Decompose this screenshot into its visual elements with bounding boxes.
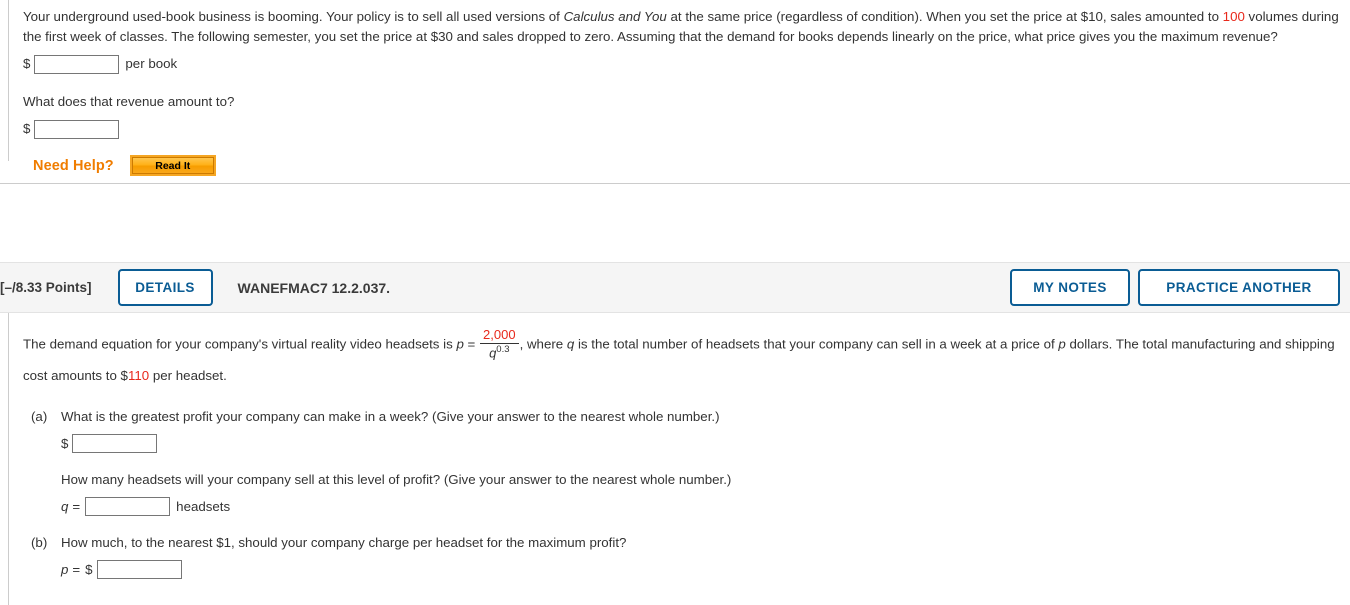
stem-text-part-1: Your underground used-book business is b… <box>23 9 564 24</box>
question-block-1: Your underground used-book business is b… <box>0 0 1350 184</box>
cost-highlight-value: 110 <box>127 367 150 383</box>
headsets-unit-label: headsets <box>176 498 231 514</box>
need-help-label: Need Help? <box>33 157 114 174</box>
part-b-content: How much, to the nearest $1, should your… <box>61 533 1342 580</box>
part-a-question-1: What is the greatest profit your company… <box>61 408 720 424</box>
stem-text-part-2: , where <box>519 336 567 352</box>
part-b-answer-row: p = $ <box>61 560 1342 580</box>
variable-p: p <box>456 336 464 352</box>
stem-highlight-value: 100 <box>1222 9 1245 24</box>
question-part-a: (a) What is the greatest profit your com… <box>23 407 1342 517</box>
price-unit-label: per book <box>125 56 178 71</box>
part-a-content: What is the greatest profit your company… <box>61 407 1342 517</box>
equals-sign: = <box>72 498 81 514</box>
revenue-input[interactable] <box>34 119 120 139</box>
answer-row-revenue: $ <box>23 119 1342 139</box>
stem-text-part-5: per headset. <box>149 367 227 383</box>
book-title: Calculus and You <box>563 9 667 24</box>
price-per-headset-input[interactable] <box>96 560 182 580</box>
need-help-section: Need Help? Read It <box>23 157 1342 174</box>
equals-sign: = <box>463 336 480 352</box>
denominator-exponent: 0.3 <box>496 343 510 355</box>
part-b-label: (b) <box>31 534 48 550</box>
part-a-answer-row-2: q = headsets <box>61 497 1342 517</box>
question-1-stem: Your underground used-book business is b… <box>23 7 1342 47</box>
details-button[interactable]: DETAILS <box>117 269 213 306</box>
part-a-spacer <box>61 454 1342 470</box>
currency-symbol: $ <box>85 561 93 577</box>
practice-another-button[interactable]: PRACTICE ANOTHER <box>1138 269 1340 306</box>
stem-text-part-3: is the total number of headsets that you… <box>574 336 1059 352</box>
variable-p-2: p <box>1058 336 1066 352</box>
equals-sign: = <box>72 561 81 577</box>
currency-symbol: $ <box>23 121 31 136</box>
question-2-stem: The demand equation for your company's v… <box>23 328 1342 391</box>
question-1-subquestion: What does that revenue amount to? <box>23 94 235 109</box>
currency-symbol: $ <box>23 56 31 71</box>
fraction-denominator: q0.3 <box>480 344 519 360</box>
price-input[interactable] <box>34 54 120 74</box>
stem-text-part-2: at the same price (regardless of conditi… <box>666 9 1223 24</box>
stem-text-part-1: The demand equation for your company's v… <box>23 336 457 352</box>
question-2-header-bar: [–/8.33 Points] DETAILS WANEFMAC7 12.2.0… <box>0 262 1350 313</box>
read-it-button[interactable]: Read It <box>131 157 214 174</box>
assignment-code-label: WANEFMAC7 12.2.037. <box>237 279 391 296</box>
my-notes-button[interactable]: MY NOTES <box>1010 269 1130 306</box>
max-profit-input[interactable] <box>72 434 158 454</box>
answer-row-price: $ per book <box>23 54 1342 74</box>
points-label: [–/8.33 Points] <box>0 280 92 295</box>
question-2-content: The demand equation for your company's v… <box>8 313 1350 605</box>
headsets-quantity-input[interactable] <box>85 497 171 517</box>
variable-q-label: q <box>61 498 69 514</box>
part-a-question-2: How many headsets will your company sell… <box>61 471 732 487</box>
part-a-answer-row-1: $ <box>61 434 1342 454</box>
variable-p-label: p <box>61 561 69 577</box>
part-b-question: How much, to the nearest $1, should your… <box>61 534 627 550</box>
demand-fraction: 2,000 q0.3 <box>480 328 519 360</box>
fraction-numerator: 2,000 <box>480 328 519 344</box>
question-part-b: (b) How much, to the nearest $1, should … <box>23 533 1342 580</box>
question-1-content: Your underground used-book business is b… <box>8 0 1350 174</box>
part-a-label: (a) <box>31 408 48 424</box>
currency-symbol: $ <box>61 435 69 451</box>
